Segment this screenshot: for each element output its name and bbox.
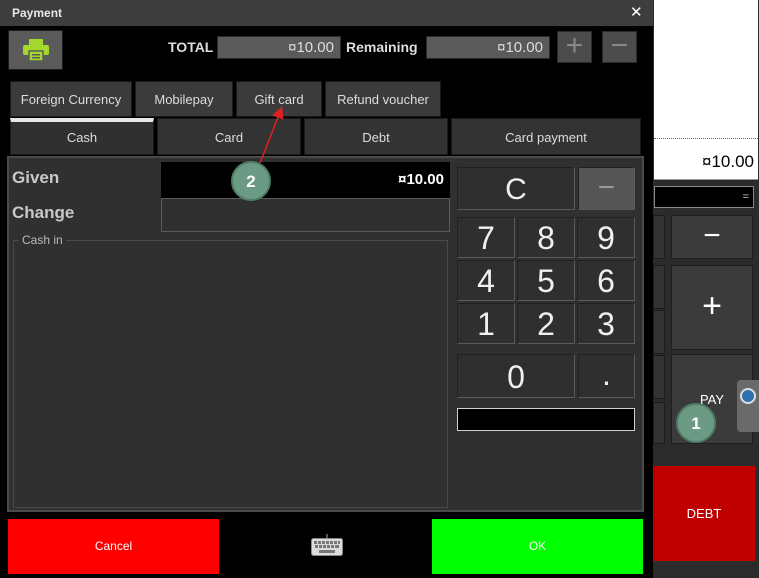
annotation-arrow [259, 106, 284, 164]
annotation-marker-2: 2 [231, 161, 271, 201]
annotation-marker-1: 1 [676, 403, 716, 443]
